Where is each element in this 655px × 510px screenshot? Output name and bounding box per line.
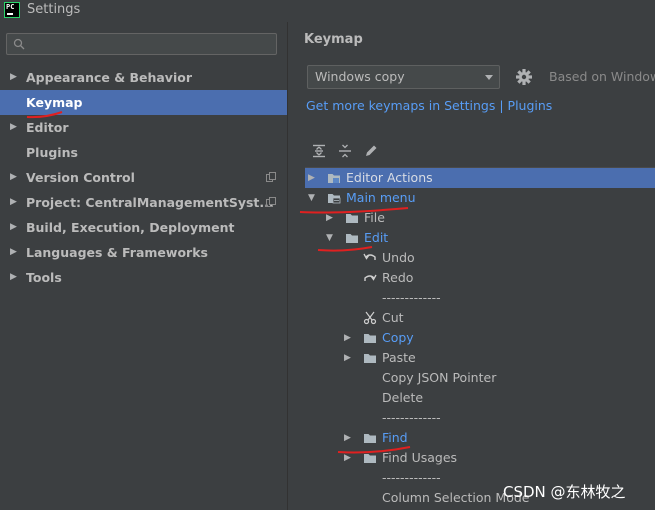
chevron-right-icon[interactable]: ▶ — [10, 65, 17, 90]
tree-row-separator[interactable]: ------------- — [305, 408, 655, 428]
edit-icon[interactable] — [363, 143, 379, 159]
chevron-right-icon[interactable]: ▶ — [308, 168, 318, 188]
chevron-right-icon[interactable]: ▶ — [10, 190, 17, 215]
tree-row-label: Find — [382, 430, 408, 445]
undo-icon — [363, 253, 376, 260]
chevron-right-icon[interactable]: ▶ — [344, 348, 354, 368]
tree-row-undo[interactable]: Undo — [305, 248, 655, 268]
chevron-right-icon[interactable]: ▶ — [344, 328, 354, 348]
title-bar: PC Settings — [0, 0, 655, 22]
menu-folder-icon — [328, 194, 341, 204]
tree-row-label: Copy — [382, 330, 414, 345]
sidebar-item-editor[interactable]: ▶ Editor — [0, 115, 287, 140]
gear-icon[interactable] — [515, 68, 533, 86]
sidebar-item-project-centralmanagementsyst[interactable]: ▶ Project: CentralManagementSyst... — [0, 190, 287, 215]
tree-row-label: Redo — [382, 270, 414, 285]
sidebar-item-plugins[interactable]: Plugins — [0, 140, 287, 165]
chevron-right-icon[interactable]: ▶ — [10, 215, 17, 240]
tree-row-label: ------------- — [382, 470, 441, 485]
tree-row-editor-actions[interactable]: ▶ Editor Actions — [305, 168, 655, 188]
tree-row-label: Find Usages — [382, 450, 458, 465]
actions-folder-icon — [328, 174, 340, 183]
folder-icon — [364, 454, 376, 463]
tree-row-label: Undo — [382, 250, 415, 265]
sidebar-item-appearance-behavior[interactable]: ▶ Appearance & Behavior — [0, 65, 287, 90]
app-icon-text: PC — [6, 3, 15, 11]
tree-row-label: Delete — [382, 390, 424, 405]
chevron-down-icon[interactable]: ▼ — [308, 188, 318, 208]
chevron-right-icon[interactable]: ▶ — [10, 240, 17, 265]
tree-row-label: Main menu — [346, 190, 416, 205]
tree-row-label: Editor Actions — [346, 170, 433, 185]
tree-row-redo[interactable]: Redo — [305, 268, 655, 288]
tree-row-separator[interactable]: ------------- — [305, 288, 655, 308]
expand-all-icon[interactable] — [311, 143, 327, 159]
tree-row-cut[interactable]: Cut — [305, 308, 655, 328]
keymap-select[interactable]: Windows copy — [307, 65, 500, 89]
sidebar-item-tools[interactable]: ▶ Tools — [0, 265, 287, 290]
tree-row-delete[interactable]: Delete — [305, 388, 655, 408]
folder-icon — [346, 234, 358, 243]
tree-row-find-usages[interactable]: ▶ Find Usages — [305, 448, 655, 468]
watermark: CSDN @东林牧之 — [503, 483, 626, 501]
chevron-down-icon — [485, 75, 493, 80]
tree-row-label: Copy JSON Pointer — [382, 370, 497, 385]
tree-row-copy[interactable]: ▶ Copy — [305, 328, 655, 348]
tree-row-main-menu[interactable]: ▼ Main menu — [305, 188, 655, 208]
folder-icon — [364, 334, 376, 343]
sidebar-item-label: Tools — [26, 270, 62, 285]
sidebar-item-label: Appearance & Behavior — [26, 70, 192, 85]
tree-row-paste[interactable]: ▶ Paste — [305, 348, 655, 368]
sidebar-item-languages-frameworks[interactable]: ▶ Languages & Frameworks — [0, 240, 287, 265]
tree-row-copy-json-pointer[interactable]: Copy JSON Pointer — [305, 368, 655, 388]
chevron-right-icon[interactable]: ▶ — [10, 115, 17, 140]
folder-icon — [346, 214, 358, 223]
page-title: Keymap — [304, 32, 363, 47]
sidebar-item-label: Languages & Frameworks — [26, 245, 208, 260]
chevron-right-icon[interactable]: ▶ — [344, 448, 354, 468]
scissors-icon — [363, 311, 377, 325]
sidebar-item-label: Editor — [26, 120, 69, 135]
folder-icon — [364, 354, 376, 363]
pycharm-app-icon: PC — [4, 2, 20, 18]
tree-row-label: Paste — [382, 350, 416, 365]
sidebar-item-label: Project: CentralManagementSyst... — [26, 195, 274, 210]
redo-icon — [364, 274, 377, 281]
sidebar-item-build-execution-deployment[interactable]: ▶ Build, Execution, Deployment — [0, 215, 287, 240]
tree-row-label: ------------- — [382, 290, 441, 305]
settings-search-input[interactable] — [6, 33, 277, 55]
keymap-tree: ▶ Editor Actions ▼ Main menu ▶ File ▼ Edit Undo R… — [305, 167, 655, 510]
sidebar-item-label: Plugins — [26, 145, 78, 160]
sidebar-item-label: Version Control — [26, 170, 135, 185]
chevron-right-icon[interactable]: ▶ — [326, 208, 336, 228]
sidebar-item-label: Build, Execution, Deployment — [26, 220, 235, 235]
tree-row-label: File — [364, 210, 385, 225]
chevron-right-icon[interactable]: ▶ — [344, 428, 354, 448]
keymap-select-value: Windows copy — [315, 69, 405, 84]
based-on-label: Based on Windows — [549, 69, 655, 84]
get-more-keymaps-link[interactable]: Get more keymaps in Settings | Plugins — [306, 98, 552, 113]
window-title: Settings — [27, 2, 81, 17]
project-level-icon — [266, 172, 276, 182]
sidebar-item-version-control[interactable]: ▶ Version Control — [0, 165, 287, 190]
chevron-right-icon[interactable]: ▶ — [10, 165, 17, 190]
collapse-all-icon[interactable] — [337, 143, 353, 159]
chevron-right-icon[interactable]: ▶ — [10, 265, 17, 290]
tree-row-find[interactable]: ▶ Find — [305, 428, 655, 448]
tree-row-file[interactable]: ▶ File — [305, 208, 655, 228]
tree-row-label: Edit — [364, 230, 389, 245]
sidebar-item-label: Keymap — [26, 95, 83, 110]
tree-row-label: ------------- — [382, 410, 441, 425]
tree-row-edit[interactable]: ▼ Edit — [305, 228, 655, 248]
settings-sidebar: ▶ Appearance & Behavior Keymap ▶ Editor Plugi… — [0, 22, 287, 510]
tree-row-label: Cut — [382, 310, 404, 325]
chevron-down-icon[interactable]: ▼ — [326, 228, 336, 248]
keymap-panel: Keymap Windows copy Based on Windows Get… — [288, 22, 655, 510]
sidebar-item-keymap[interactable]: Keymap — [0, 90, 287, 115]
search-icon — [13, 38, 25, 50]
project-level-icon — [266, 197, 276, 207]
folder-icon — [364, 434, 376, 443]
